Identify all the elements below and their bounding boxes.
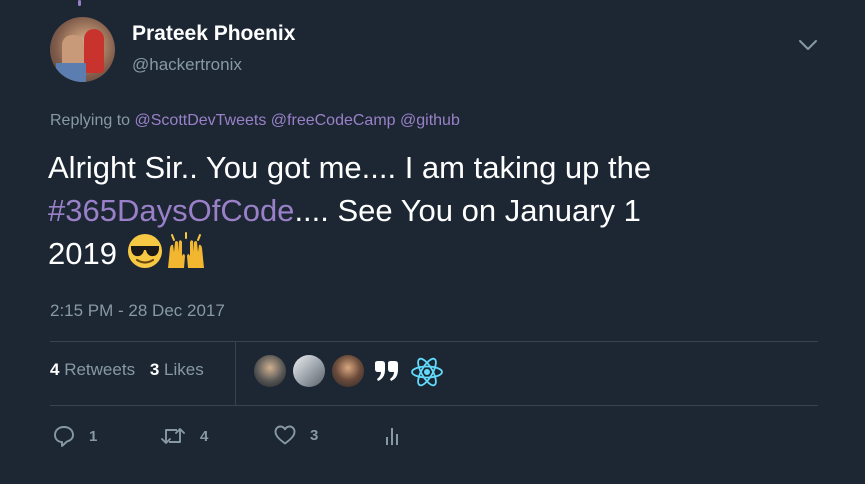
mention-link[interactable]: @ScottDevTweets <box>135 112 267 129</box>
likes-label: Likes <box>164 360 204 379</box>
mention-link[interactable]: @freeCodeCamp <box>271 112 396 129</box>
author-name[interactable]: Prateek Phoenix <box>132 22 295 46</box>
retweet-count: 4 <box>200 427 209 445</box>
tweet-timestamp[interactable]: 2:15 PM - 28 Dec 2017 <box>50 301 225 321</box>
liker-avatar[interactable] <box>254 355 286 387</box>
retweets-count: 4 <box>50 360 60 379</box>
mention-link[interactable]: @github <box>400 112 460 129</box>
analytics-bar-chart-icon <box>386 428 398 445</box>
hashtag-link[interactable]: #365DaysOfCode <box>48 193 294 228</box>
author-handle[interactable]: @hackertronix <box>132 55 242 75</box>
raising-hands-emoji-icon <box>167 232 204 268</box>
quote-icon[interactable] <box>372 359 402 385</box>
divider <box>50 341 818 342</box>
top-accent-line <box>78 0 81 6</box>
liker-avatar[interactable] <box>293 355 325 387</box>
replying-prefix: Replying to <box>50 112 131 129</box>
tweet-text-line2: .... See You on January 1 <box>294 193 641 228</box>
likes-stat[interactable]: 3 Likes <box>150 360 204 379</box>
author-avatar[interactable] <box>50 17 115 82</box>
reply-button[interactable]: 1 <box>53 425 97 447</box>
react-logo-icon[interactable] <box>410 355 444 389</box>
like-button[interactable]: 3 <box>274 425 318 445</box>
likes-count: 3 <box>149 360 160 379</box>
chevron-down-icon[interactable] <box>797 38 819 52</box>
retweets-label: Retweets <box>64 360 136 379</box>
tweet-text-line1: Alright Sir.. You got me.... I am taking… <box>48 150 652 185</box>
engagement-stats: 4 Retweets 3 Likes <box>50 360 204 380</box>
retweet-button[interactable]: 4 <box>160 425 208 447</box>
liker-avatar[interactable] <box>332 355 364 387</box>
reply-icon <box>54 426 74 447</box>
heart-icon <box>274 425 296 445</box>
stats-separator <box>235 341 236 405</box>
replying-to: Replying to @ScottDevTweets @freeCodeCam… <box>50 112 460 130</box>
divider <box>50 405 818 406</box>
tweet-text-line3: 2019 <box>48 236 117 271</box>
tweet-text: Alright Sir.. You got me.... I am taking… <box>48 146 838 275</box>
reply-count: 1 <box>89 427 98 445</box>
like-count: 3 <box>310 426 319 444</box>
retweet-icon <box>161 428 185 444</box>
retweets-stat[interactable]: 4 Retweets <box>50 360 135 379</box>
sunglasses-emoji-icon <box>127 234 162 268</box>
analytics-button[interactable] <box>385 425 415 447</box>
